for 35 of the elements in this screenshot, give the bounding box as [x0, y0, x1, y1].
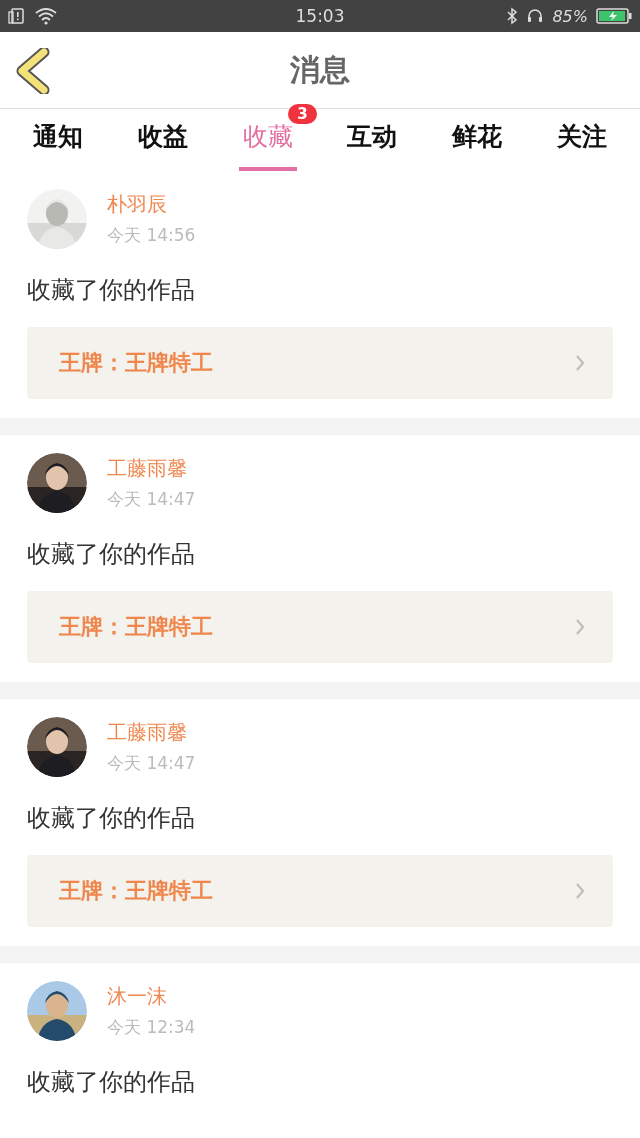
status-time: 15:03 [295, 6, 345, 26]
chevron-right-icon [575, 354, 585, 372]
bluetooth-icon [506, 7, 519, 25]
message-time: 今天 14:47 [107, 488, 196, 511]
back-icon[interactable] [16, 48, 50, 94]
message-text: 收藏了你的作品 [27, 275, 196, 306]
page-title: 消息 [290, 50, 350, 89]
user-name[interactable]: 朴羽辰 [107, 191, 196, 218]
work-link[interactable]: 王牌：王牌特工 [27, 855, 613, 927]
message-time: 今天 12:34 [107, 1016, 196, 1039]
message-time: 今天 14:47 [107, 752, 196, 775]
work-link[interactable]: 王牌：王牌特工 [27, 327, 613, 399]
work-link[interactable]: 王牌：王牌特工 [27, 591, 613, 663]
battery-charging-icon [596, 7, 632, 25]
message-time: 今天 14:56 [107, 224, 196, 247]
tab[interactable]: 鲜花 [447, 109, 506, 171]
tab[interactable]: 收益 [134, 109, 192, 171]
work-title: 王牌：王牌特工 [59, 349, 213, 377]
user-name[interactable]: 工藤雨馨 [107, 719, 196, 746]
work-title: 王牌：王牌特工 [59, 877, 213, 905]
user-name[interactable]: 沐一沫 [107, 983, 196, 1010]
tab[interactable]: 互动 [343, 109, 402, 171]
sim-icon [8, 7, 26, 25]
tab[interactable]: 关注 [552, 109, 611, 171]
user-name[interactable]: 工藤雨馨 [107, 455, 196, 482]
battery-percent: 85% [552, 6, 588, 26]
tab[interactable]: 通知 [29, 109, 88, 171]
chevron-right-icon [575, 882, 585, 900]
message-text: 收藏了你的作品 [27, 1067, 196, 1098]
headphones-icon [526, 7, 545, 25]
chevron-right-icon [575, 618, 585, 636]
message-text: 收藏了你的作品 [27, 803, 196, 834]
wifi-icon [34, 7, 58, 25]
message-text: 收藏了你的作品 [27, 539, 196, 570]
work-title: 王牌：王牌特工 [59, 613, 213, 641]
